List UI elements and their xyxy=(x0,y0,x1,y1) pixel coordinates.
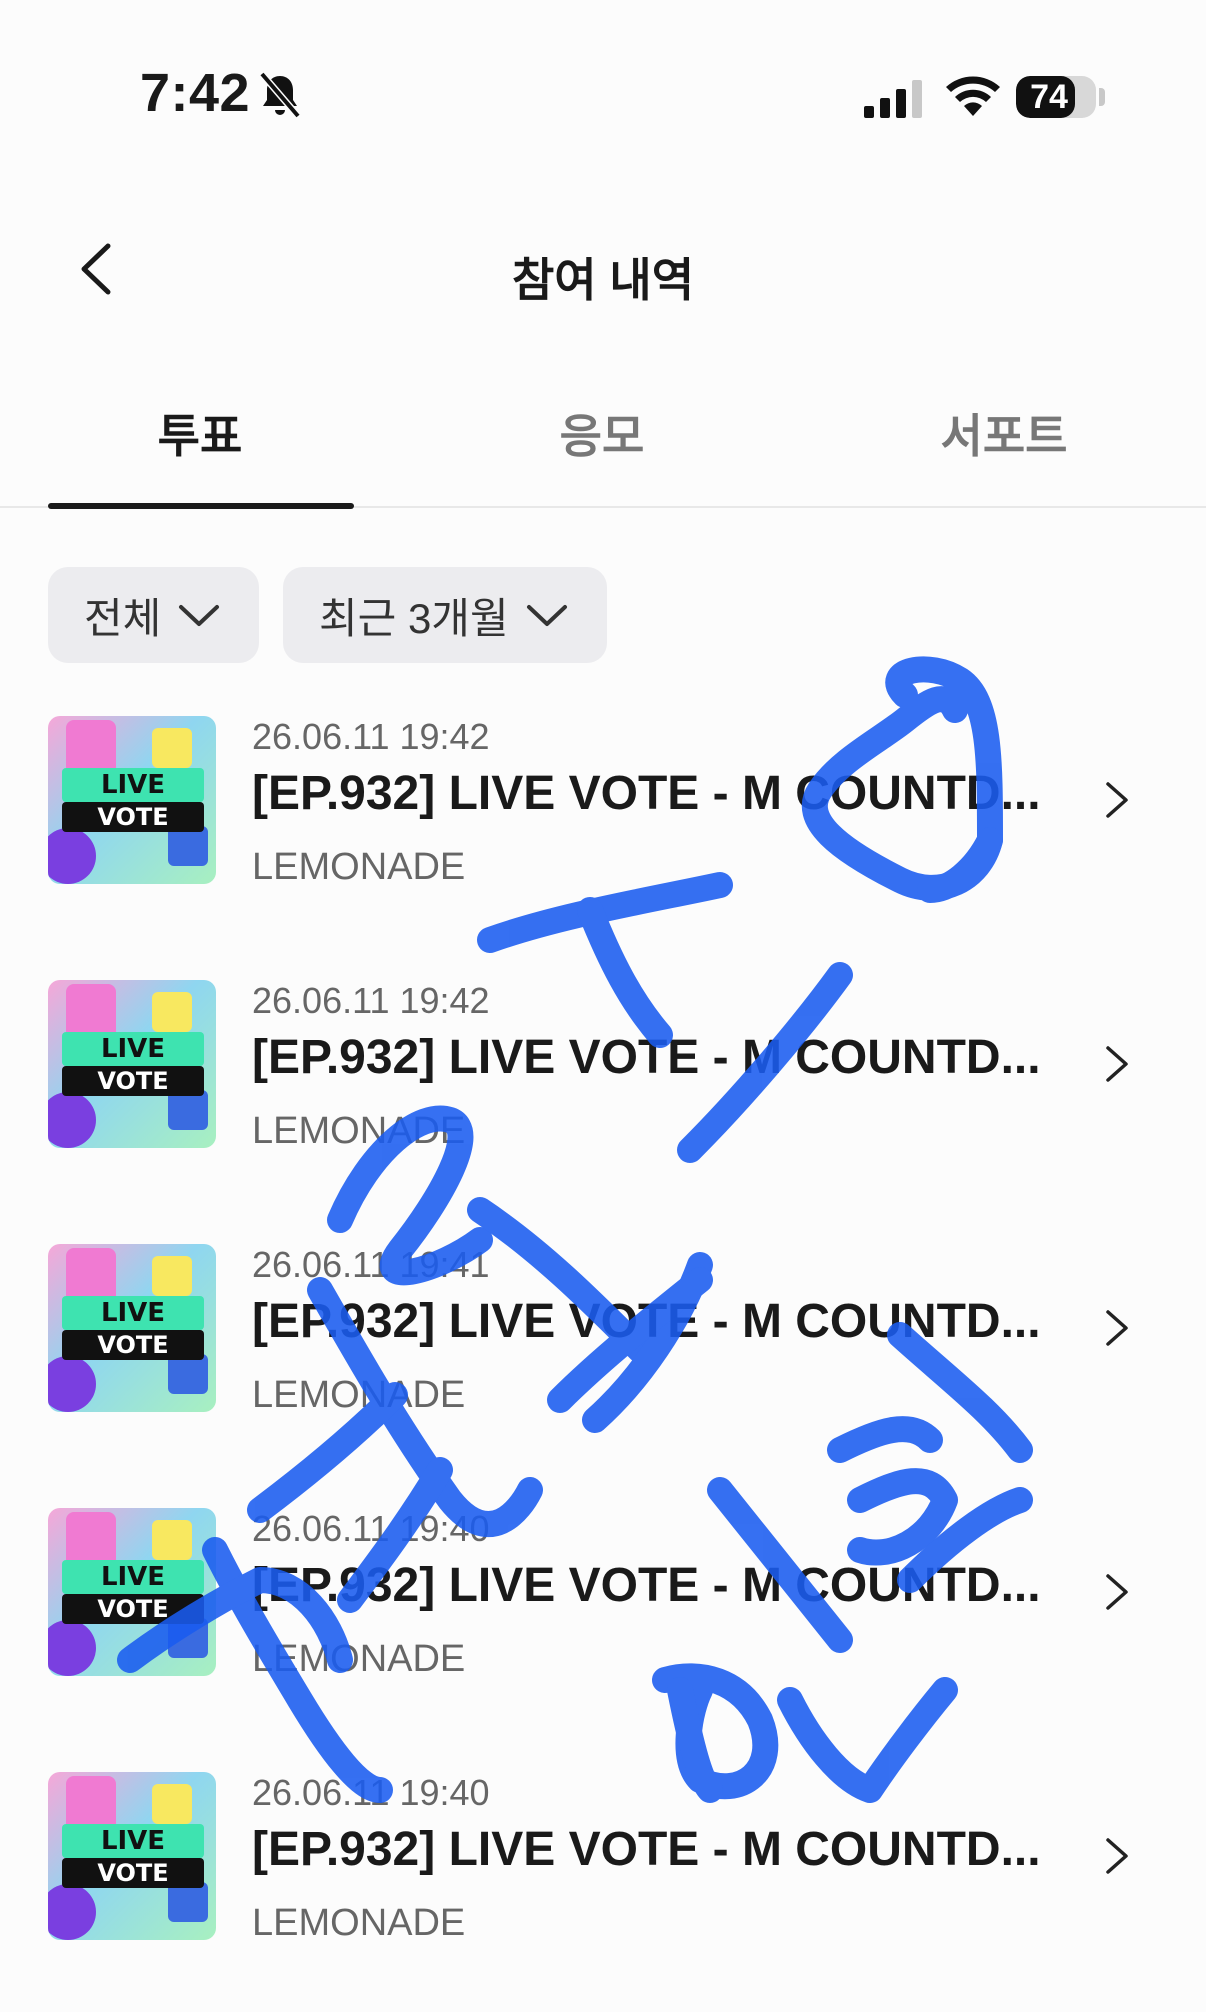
tab-bar: 투표 응모 서포트 xyxy=(0,370,1206,509)
nav-bar: 참여 내역 xyxy=(0,200,1206,340)
item-date: 26.06.11 19:40 xyxy=(252,1772,490,1813)
chevron-down-icon xyxy=(526,605,567,626)
chevron-right-icon xyxy=(1106,1046,1128,1082)
chevron-down-icon xyxy=(179,605,220,626)
list-item[interactable]: LIVE VOTE 26.06.11 19:40 [EP.932] LIVE V… xyxy=(0,1756,1206,1996)
item-title: [EP.932] LIVE VOTE - M COUNTD... xyxy=(252,1559,1041,1612)
filter-period-dropdown[interactable]: 최근 3개월 xyxy=(283,567,607,663)
wifi-icon xyxy=(946,76,1000,116)
item-channel: LEMONADE xyxy=(252,1902,466,1944)
item-date: 26.06.11 19:42 xyxy=(252,980,490,1021)
vote-thumbnail: LIVE VOTE xyxy=(48,980,216,1148)
vote-thumbnail: LIVE VOTE xyxy=(48,1508,216,1676)
item-channel: LEMONADE xyxy=(252,846,466,888)
item-channel: LEMONADE xyxy=(252,1638,466,1680)
status-time: 7:42 xyxy=(140,63,251,123)
thumbnail-text-live: LIVE xyxy=(100,1034,166,1064)
item-date: 26.06.11 19:40 xyxy=(252,1508,490,1549)
thumbnail-text-vote: VOTE xyxy=(97,803,169,831)
item-date: 26.06.11 19:42 xyxy=(252,716,490,757)
battery-icon: 74 xyxy=(1016,76,1096,118)
thumbnail-text-live: LIVE xyxy=(100,770,166,800)
item-channel: LEMONADE xyxy=(252,1374,466,1416)
battery-percent: 74 xyxy=(1030,78,1068,116)
chevron-right-icon xyxy=(1106,1574,1128,1610)
list-item[interactable]: LIVE VOTE 26.06.11 19:42 [EP.932] LIVE V… xyxy=(0,700,1206,940)
bell-muted-icon xyxy=(259,71,301,119)
thumbnail-text-vote: VOTE xyxy=(97,1595,169,1623)
filter-type-label: 전체 xyxy=(84,594,162,642)
chevron-right-icon xyxy=(1106,782,1128,818)
tab-entry[interactable]: 응모 xyxy=(452,400,752,466)
list-item[interactable]: LIVE VOTE 26.06.11 19:40 [EP.932] LIVE V… xyxy=(0,1492,1206,1732)
vote-thumbnail: LIVE VOTE xyxy=(48,1772,216,1940)
battery-cap xyxy=(1099,88,1105,106)
list-item[interactable]: LIVE VOTE 26.06.11 19:41 [EP.932] LIVE V… xyxy=(0,1228,1206,1468)
item-channel: LEMONADE xyxy=(252,1110,466,1152)
active-tab-indicator xyxy=(48,503,354,509)
signal-icon xyxy=(864,80,922,118)
chevron-right-icon xyxy=(1106,1838,1128,1874)
filter-period-label: 최근 3개월 xyxy=(319,594,509,642)
thumbnail-text-vote: VOTE xyxy=(97,1859,169,1887)
tab-support[interactable]: 서포트 xyxy=(854,400,1154,466)
list-item[interactable]: LIVE VOTE 26.06.11 19:42 [EP.932] LIVE V… xyxy=(0,964,1206,1204)
status-bar: 7:42 74 xyxy=(0,0,1206,160)
thumbnail-text-vote: VOTE xyxy=(97,1331,169,1359)
page-title: 참여 내역 xyxy=(511,254,695,306)
tab-vote[interactable]: 투표 xyxy=(50,400,350,466)
item-title: [EP.932] LIVE VOTE - M COUNTD... xyxy=(252,767,1041,820)
chevron-right-icon xyxy=(1106,1310,1128,1346)
item-title: [EP.932] LIVE VOTE - M COUNTD... xyxy=(252,1823,1041,1876)
thumbnail-text-live: LIVE xyxy=(100,1562,166,1592)
item-date: 26.06.11 19:41 xyxy=(252,1244,490,1285)
vote-thumbnail: LIVE VOTE xyxy=(48,1244,216,1412)
item-title: [EP.932] LIVE VOTE - M COUNTD... xyxy=(252,1031,1041,1084)
thumbnail-text-vote: VOTE xyxy=(97,1067,169,1095)
thumbnail-text-live: LIVE xyxy=(100,1826,166,1856)
vote-thumbnail: LIVE VOTE xyxy=(48,716,216,884)
filter-type-dropdown[interactable]: 전체 xyxy=(48,567,260,663)
item-title: [EP.932] LIVE VOTE - M COUNTD... xyxy=(252,1295,1041,1348)
thumbnail-text-live: LIVE xyxy=(100,1298,166,1328)
